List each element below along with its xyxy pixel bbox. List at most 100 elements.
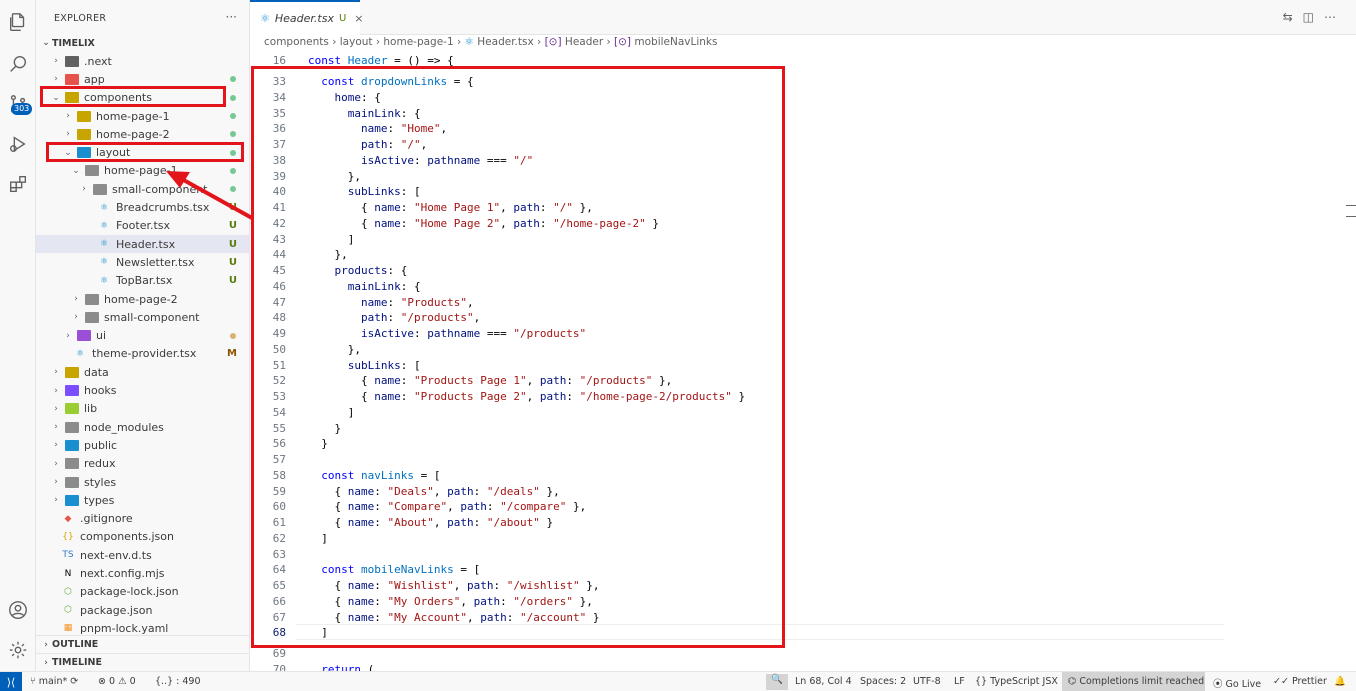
more-actions-icon[interactable]: ··· bbox=[226, 10, 237, 24]
tree-item[interactable]: › hooks bbox=[36, 381, 249, 399]
tree-item[interactable]: › styles bbox=[36, 473, 249, 491]
prettier-label: Prettier bbox=[1291, 676, 1327, 687]
tree-item[interactable]: › public bbox=[36, 436, 249, 454]
folder-icon bbox=[65, 476, 79, 488]
branch-name: main* bbox=[38, 676, 68, 687]
chevron-right-icon: › bbox=[54, 495, 58, 506]
explorer-title: EXPLORER bbox=[54, 12, 107, 24]
tab-label: Header.tsx bbox=[274, 12, 334, 25]
completions-label-wrap[interactable]: ⌬ Completions limit reached bbox=[1068, 676, 1204, 687]
branch-indicator[interactable]: ⑂ main* ⟳ bbox=[30, 676, 78, 687]
extensions-icon[interactable] bbox=[6, 172, 30, 196]
status-dot bbox=[230, 94, 236, 101]
tree-item[interactable]: ⬡ package.json bbox=[36, 601, 249, 619]
tree-item-label: small-component bbox=[104, 310, 200, 324]
tree-item[interactable]: Nnext.config.mjs bbox=[36, 564, 249, 582]
info-indicator[interactable]: {..} : 490 bbox=[155, 676, 201, 687]
project-title: TIMELIX bbox=[52, 37, 95, 49]
encoding[interactable]: UTF-8 bbox=[913, 676, 941, 687]
timeline-section[interactable]: › TIMELINE bbox=[36, 653, 249, 671]
end-of-line[interactable]: LF bbox=[954, 676, 965, 687]
language-label: TypeScript JSX bbox=[990, 676, 1058, 687]
folder-icon bbox=[85, 311, 99, 323]
indent-setting[interactable]: Spaces: 2 bbox=[860, 676, 906, 687]
tree-item[interactable]: › lib bbox=[36, 400, 249, 418]
git-status: U bbox=[228, 275, 237, 287]
tab-header-tsx[interactable]: ⚛ Header.tsx U × bbox=[250, 0, 364, 35]
tree-item-label: data bbox=[84, 365, 109, 379]
tree-item[interactable]: › types bbox=[36, 491, 249, 509]
outline-section[interactable]: › OUTLINE bbox=[36, 635, 249, 653]
line-number: 69 bbox=[272, 647, 286, 660]
go-live-button[interactable]: ⦿ Go Live bbox=[1213, 676, 1261, 690]
tree-item[interactable]: › node_modules bbox=[36, 418, 249, 436]
chevron-right-icon: › bbox=[54, 403, 58, 414]
git-status: U bbox=[228, 238, 237, 250]
chevron-right-icon: › bbox=[54, 385, 58, 396]
crumb-symbol[interactable]: Header bbox=[565, 36, 603, 48]
explorer-icon[interactable] bbox=[6, 10, 30, 34]
language-mode[interactable]: {} TypeScript JSX bbox=[975, 676, 1058, 687]
project-section[interactable]: ⌄ TIMELIX bbox=[36, 34, 249, 52]
git-status: M bbox=[227, 348, 237, 360]
notifications-icon[interactable]: 🔔 bbox=[1334, 676, 1346, 687]
scrollbar[interactable] bbox=[1346, 205, 1356, 217]
crumb-home-page-1[interactable]: home-page-1 bbox=[383, 36, 453, 48]
crumb-variable[interactable]: mobileNavLinks bbox=[634, 36, 717, 48]
completions-label: Completions limit reached bbox=[1079, 676, 1205, 687]
tree-item[interactable]: ⬡ package-lock.json bbox=[36, 583, 249, 601]
cursor-position[interactable]: Ln 68, Col 4 bbox=[795, 676, 852, 687]
outline-title: OUTLINE bbox=[52, 639, 99, 650]
zoom-icon[interactable]: 🔍 bbox=[766, 674, 788, 690]
tree-item[interactable]: › redux bbox=[36, 455, 249, 473]
crumb-file[interactable]: Header.tsx bbox=[477, 36, 533, 48]
tree-item[interactable]: › .next bbox=[36, 52, 249, 70]
tree-item-label: home-page-2 bbox=[96, 127, 170, 141]
tree-item[interactable]: › ui bbox=[36, 327, 249, 345]
tree-item[interactable]: ◆ .gitignore bbox=[36, 510, 249, 528]
crumb-components[interactable]: components bbox=[264, 36, 329, 48]
folder-icon bbox=[65, 366, 79, 378]
breadcrumb: components › layout › home-page-1 › ⚛ He… bbox=[264, 36, 718, 48]
more-icon[interactable]: ⋯ bbox=[1324, 10, 1346, 24]
prettier-status[interactable]: ✓✓ Prettier bbox=[1273, 676, 1327, 687]
tab-bar: ⚛ Header.tsx U × ⇆◫⋯ bbox=[250, 0, 1356, 35]
problems-indicator[interactable]: ⊗ 0 ⚠ 0 bbox=[98, 676, 136, 687]
sync-icon[interactable]: ⟳ bbox=[70, 676, 78, 687]
account-icon[interactable] bbox=[6, 598, 30, 622]
close-icon[interactable]: × bbox=[354, 12, 363, 25]
status-bar: ⟩⟨ ⑂ main* ⟳ ⊗ 0 ⚠ 0 {..} : 490 🔍 Ln 68,… bbox=[0, 671, 1356, 691]
branch-icon: ⑂ bbox=[30, 676, 36, 687]
react-file-icon: ⚛ bbox=[99, 239, 109, 250]
tree-item[interactable]: › home-page-1 bbox=[36, 107, 249, 125]
tree-item[interactable]: › small-component bbox=[36, 308, 249, 326]
activity-bar: 303 bbox=[0, 0, 36, 671]
tree-item[interactable]: › home-page-2 bbox=[36, 290, 249, 308]
tree-item[interactable]: ⚛ Newsletter.tsx U bbox=[36, 253, 249, 271]
chevron-right-icon: › bbox=[54, 56, 58, 67]
chevron-right-icon: › bbox=[74, 294, 78, 305]
split-editor-icon[interactable]: ◫ bbox=[1303, 10, 1324, 24]
run-debug-icon[interactable] bbox=[6, 132, 30, 156]
compare-icon[interactable]: ⇆ bbox=[1283, 10, 1303, 24]
chevron-right-icon: › bbox=[66, 111, 70, 122]
tree-item[interactable]: ⚛ Header.tsx U bbox=[36, 235, 249, 254]
tree-item-label: public bbox=[84, 438, 118, 452]
gear-icon[interactable] bbox=[6, 638, 30, 662]
remote-icon[interactable]: ⟩⟨ bbox=[0, 672, 22, 691]
tree-item[interactable]: {} components.json bbox=[36, 528, 249, 546]
tree-item[interactable]: ⚛ theme-provider.tsx M bbox=[36, 345, 249, 363]
search-icon[interactable] bbox=[6, 52, 30, 76]
components-highlight-box bbox=[40, 86, 226, 107]
folder-icon bbox=[65, 421, 79, 433]
editor-actions[interactable]: ⇆◫⋯ bbox=[1283, 10, 1346, 24]
tree-item[interactable]: › data bbox=[36, 363, 249, 381]
tree-item[interactable]: TS next-env.d.ts bbox=[36, 546, 249, 564]
tree-item[interactable]: ⚛ TopBar.tsx U bbox=[36, 272, 249, 290]
vscode-window: 303 EXPLORER ··· ⌄ TIMELIX › .next › app ⌄ com… bbox=[0, 0, 1356, 691]
crumb-layout[interactable]: layout bbox=[340, 36, 373, 48]
symbol-icon: [⊙] bbox=[544, 36, 562, 48]
git-status: U bbox=[228, 256, 237, 268]
tree-item[interactable]: › home-page-2 bbox=[36, 125, 249, 143]
folder-icon bbox=[85, 293, 99, 305]
